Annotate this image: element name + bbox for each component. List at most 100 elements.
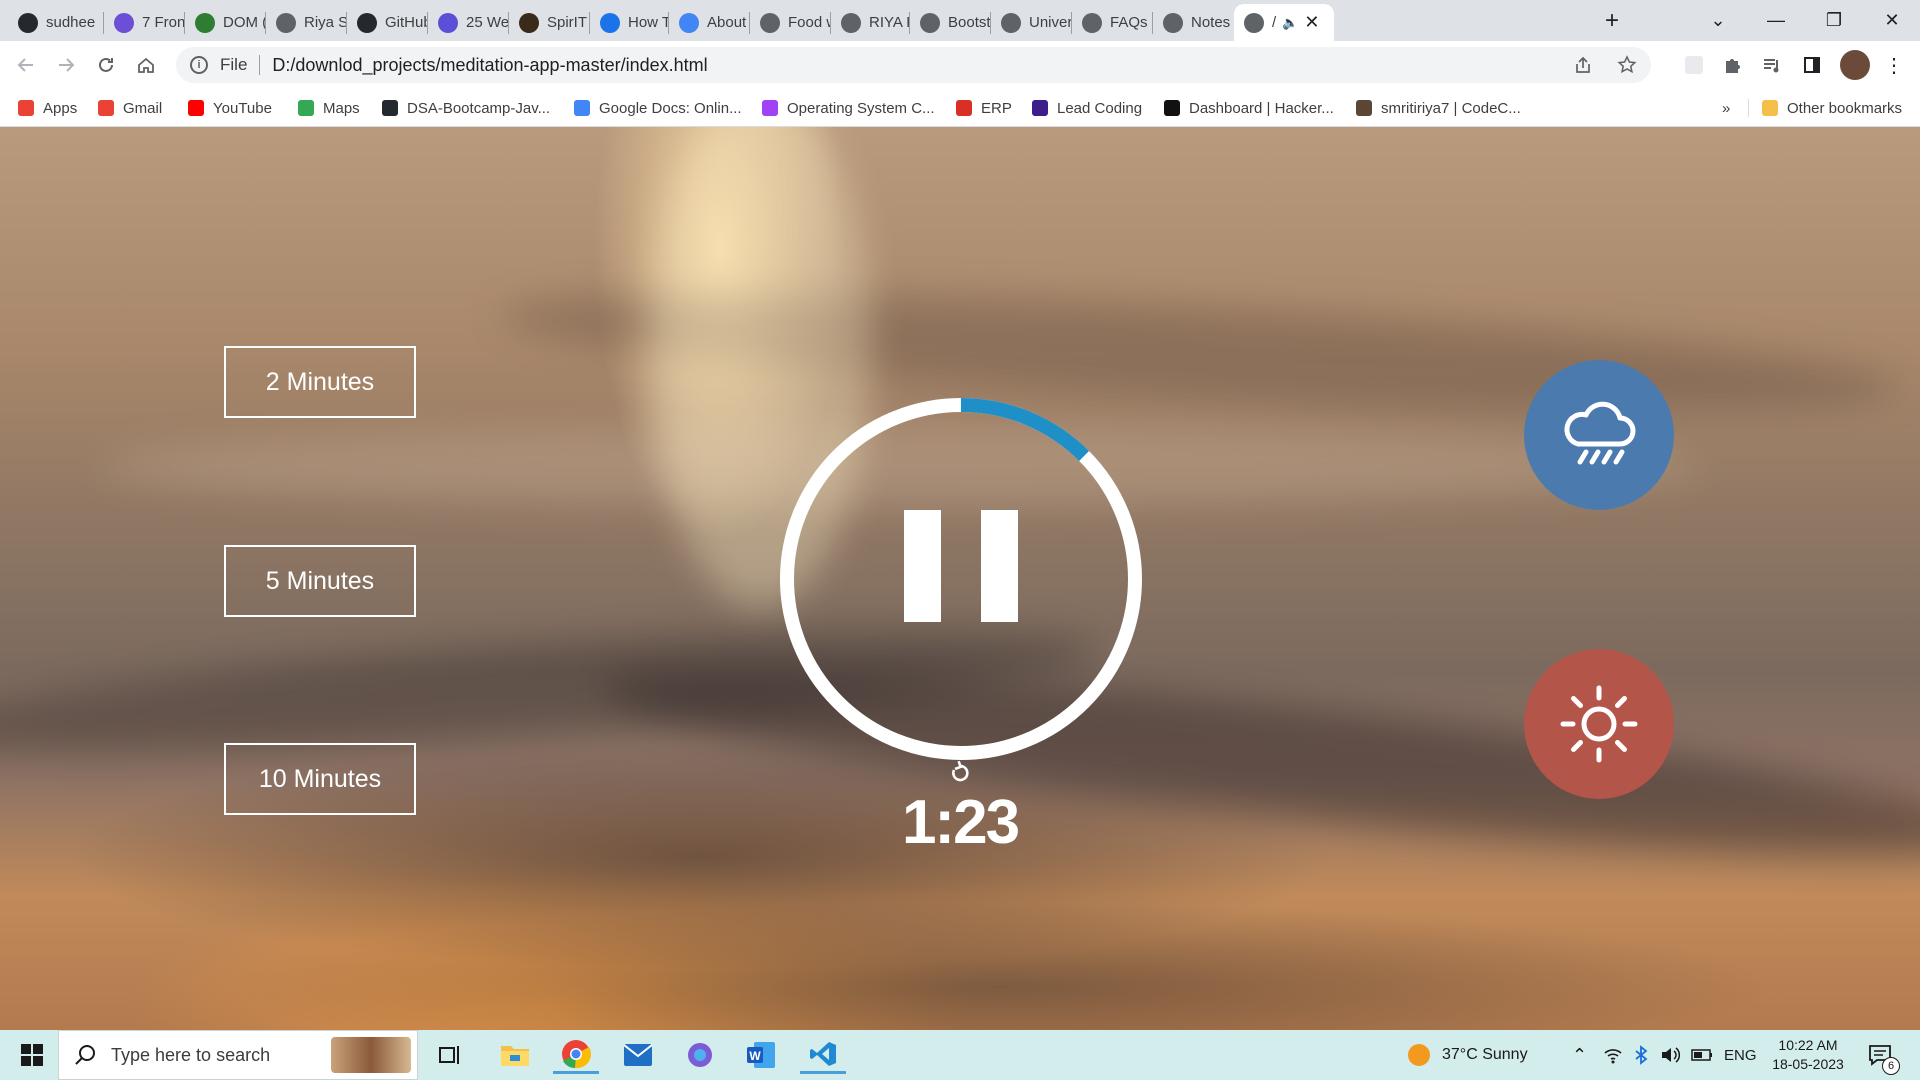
globe-icon bbox=[276, 12, 296, 33]
task-view-button[interactable] bbox=[430, 1036, 470, 1074]
chrome-taskbar-button[interactable] bbox=[553, 1036, 599, 1074]
more-bookmarks-chevron[interactable]: » bbox=[1722, 97, 1730, 119]
browser-tab[interactable]: DOM (l bbox=[185, 4, 265, 41]
play-pause-player[interactable] bbox=[780, 398, 1142, 760]
star-icon[interactable] bbox=[1617, 55, 1637, 75]
bookmark-item[interactable]: Lead Coding bbox=[1032, 97, 1142, 119]
bookmark-item[interactable]: Dashboard | Hacker... bbox=[1164, 97, 1334, 119]
notification-count-badge: 6 bbox=[1882, 1057, 1900, 1075]
bookmark-label: smritiriya7 | CodeC... bbox=[1381, 99, 1521, 117]
show-hidden-icons-chevron-icon[interactable]: ⌃ bbox=[1572, 1030, 1587, 1080]
github-icon bbox=[357, 12, 377, 33]
svg-text:W: W bbox=[749, 1049, 761, 1063]
word-button[interactable]: W bbox=[738, 1036, 784, 1074]
rain-sound-button[interactable] bbox=[1524, 360, 1674, 510]
browser-menu-icon[interactable]: ⋮ bbox=[1882, 53, 1906, 77]
bookmark-item[interactable]: Apps bbox=[18, 97, 77, 119]
back-button[interactable] bbox=[10, 49, 42, 81]
notifications-button[interactable]: 6 bbox=[1868, 1030, 1900, 1080]
link-icon bbox=[195, 12, 215, 33]
progress-ring bbox=[780, 398, 1142, 760]
close-tab-icon[interactable]: ✕ bbox=[1304, 12, 1319, 33]
weather-widget[interactable]: 37°C Sunny bbox=[1408, 1030, 1528, 1080]
browser-tab[interactable]: SpirIT - bbox=[509, 4, 589, 41]
bookmark-item[interactable]: Google Docs: Onlin... bbox=[574, 97, 742, 119]
meditation-page: 2 Minutes 5 Minutes 10 Minutes 1:23 bbox=[0, 127, 1920, 1030]
duration-2-minutes-button[interactable]: 2 Minutes bbox=[224, 346, 416, 418]
other-bookmarks-label: Other bookmarks bbox=[1787, 99, 1903, 117]
duration-10-minutes-button[interactable]: 10 Minutes bbox=[224, 743, 416, 815]
windows-taskbar: Type here to search W 37°C Sunny ⌃ ENG 1… bbox=[0, 1030, 1920, 1080]
taskbar-search[interactable]: Type here to search bbox=[58, 1030, 418, 1080]
profile-avatar[interactable] bbox=[1840, 50, 1870, 80]
browser-tab[interactable]: / 🔈 ✕ bbox=[1234, 4, 1334, 41]
bookmark-item[interactable]: Maps bbox=[298, 97, 360, 119]
vscode-button[interactable] bbox=[800, 1036, 846, 1074]
tab-search-button[interactable]: ⌄ bbox=[1690, 0, 1746, 41]
battery-icon[interactable] bbox=[1691, 1030, 1713, 1080]
restore-button[interactable]: ❐ bbox=[1806, 0, 1862, 41]
forward-button[interactable] bbox=[50, 49, 82, 81]
duration-5-minutes-button[interactable]: 5 Minutes bbox=[224, 545, 416, 617]
reload-button[interactable] bbox=[90, 49, 122, 81]
other-bookmarks-folder[interactable]: Other bookmarks bbox=[1762, 97, 1902, 119]
apps-grid-icon bbox=[18, 100, 34, 116]
minimize-button[interactable]: — bbox=[1748, 0, 1804, 41]
bookmark-item[interactable]: YouTube bbox=[188, 97, 272, 119]
bookmark-item[interactable]: smritiriya7 | CodeC... bbox=[1356, 97, 1521, 119]
tab-label: Notes bbox=[1191, 14, 1231, 31]
tab-label: Food w bbox=[788, 14, 830, 31]
browser-tab[interactable]: RIYA FI bbox=[831, 4, 909, 41]
windows-start-button[interactable] bbox=[12, 1036, 52, 1074]
extension-placeholder-icon[interactable] bbox=[1682, 53, 1706, 77]
bookmark-item[interactable]: Operating System C... bbox=[762, 97, 935, 119]
extensions-puzzle-icon[interactable] bbox=[1720, 53, 1744, 77]
time-display: 1:23 bbox=[901, 788, 1020, 857]
language-indicator[interactable]: ENG bbox=[1724, 1030, 1757, 1080]
tab-label: 7 Front bbox=[142, 14, 184, 31]
browser-tab[interactable]: Univers bbox=[991, 4, 1071, 41]
cloud-rain-icon bbox=[1564, 401, 1636, 465]
new-tab-button[interactable]: + bbox=[1584, 0, 1640, 41]
home-button[interactable] bbox=[130, 49, 162, 81]
address-bar[interactable]: i File D:/downlod_projects/meditation-ap… bbox=[176, 47, 1651, 83]
wifi-icon[interactable] bbox=[1603, 1030, 1623, 1080]
browser-tab[interactable]: About bbox=[669, 4, 749, 41]
word-icon: W bbox=[747, 1042, 775, 1068]
browser-tab[interactable]: Food w bbox=[750, 4, 830, 41]
arrow-left-icon bbox=[17, 58, 33, 72]
share-icon[interactable] bbox=[1573, 55, 1593, 75]
browser-tab[interactable]: GitHub bbox=[347, 4, 427, 41]
bookmark-item[interactable]: Gmail bbox=[98, 97, 162, 119]
audio-playing-icon[interactable]: 🔈 bbox=[1282, 15, 1298, 31]
browser-tab[interactable]: How To bbox=[590, 4, 668, 41]
bookmarks-divider bbox=[1748, 99, 1749, 117]
bluetooth-icon[interactable] bbox=[1634, 1030, 1648, 1080]
close-window-button[interactable]: ✕ bbox=[1864, 0, 1920, 41]
file-explorer-button[interactable] bbox=[492, 1036, 538, 1074]
browser-tab[interactable]: 25 Wel bbox=[428, 4, 508, 41]
copilot-app-button[interactable] bbox=[677, 1036, 723, 1074]
browser-tab[interactable]: Bootstr bbox=[910, 4, 990, 41]
info-icon[interactable]: i bbox=[190, 56, 208, 74]
browser-tab[interactable]: sudhee bbox=[8, 4, 103, 41]
bookmark-item[interactable]: DSA-Bootcamp-Jav... bbox=[382, 97, 550, 119]
volume-icon[interactable] bbox=[1660, 1030, 1680, 1080]
browser-tab[interactable]: Notes bbox=[1153, 4, 1233, 41]
bookmark-item[interactable]: ERP bbox=[956, 97, 1012, 119]
url-text[interactable]: D:/downlod_projects/meditation-app-maste… bbox=[272, 55, 707, 76]
browser-toolbar: i File D:/downlod_projects/meditation-ap… bbox=[0, 41, 1920, 89]
mail-button[interactable] bbox=[615, 1036, 661, 1074]
pause-icon[interactable] bbox=[904, 510, 1018, 622]
search-highlight-image bbox=[331, 1037, 411, 1073]
globe-icon bbox=[1244, 12, 1264, 33]
side-panel-icon[interactable] bbox=[1800, 53, 1824, 77]
media-control-icon[interactable] bbox=[1760, 53, 1784, 77]
search-placeholder: Type here to search bbox=[111, 1044, 271, 1065]
browser-tab[interactable]: 7 Front bbox=[104, 4, 184, 41]
clock[interactable]: 10:22 AM 18-05-2023 bbox=[1768, 1030, 1848, 1080]
browser-tab[interactable]: Riya Sr bbox=[266, 4, 346, 41]
sunny-sound-button[interactable] bbox=[1524, 649, 1674, 799]
replay-icon[interactable] bbox=[947, 759, 973, 785]
browser-tab[interactable]: FAQs bbox=[1072, 4, 1152, 41]
